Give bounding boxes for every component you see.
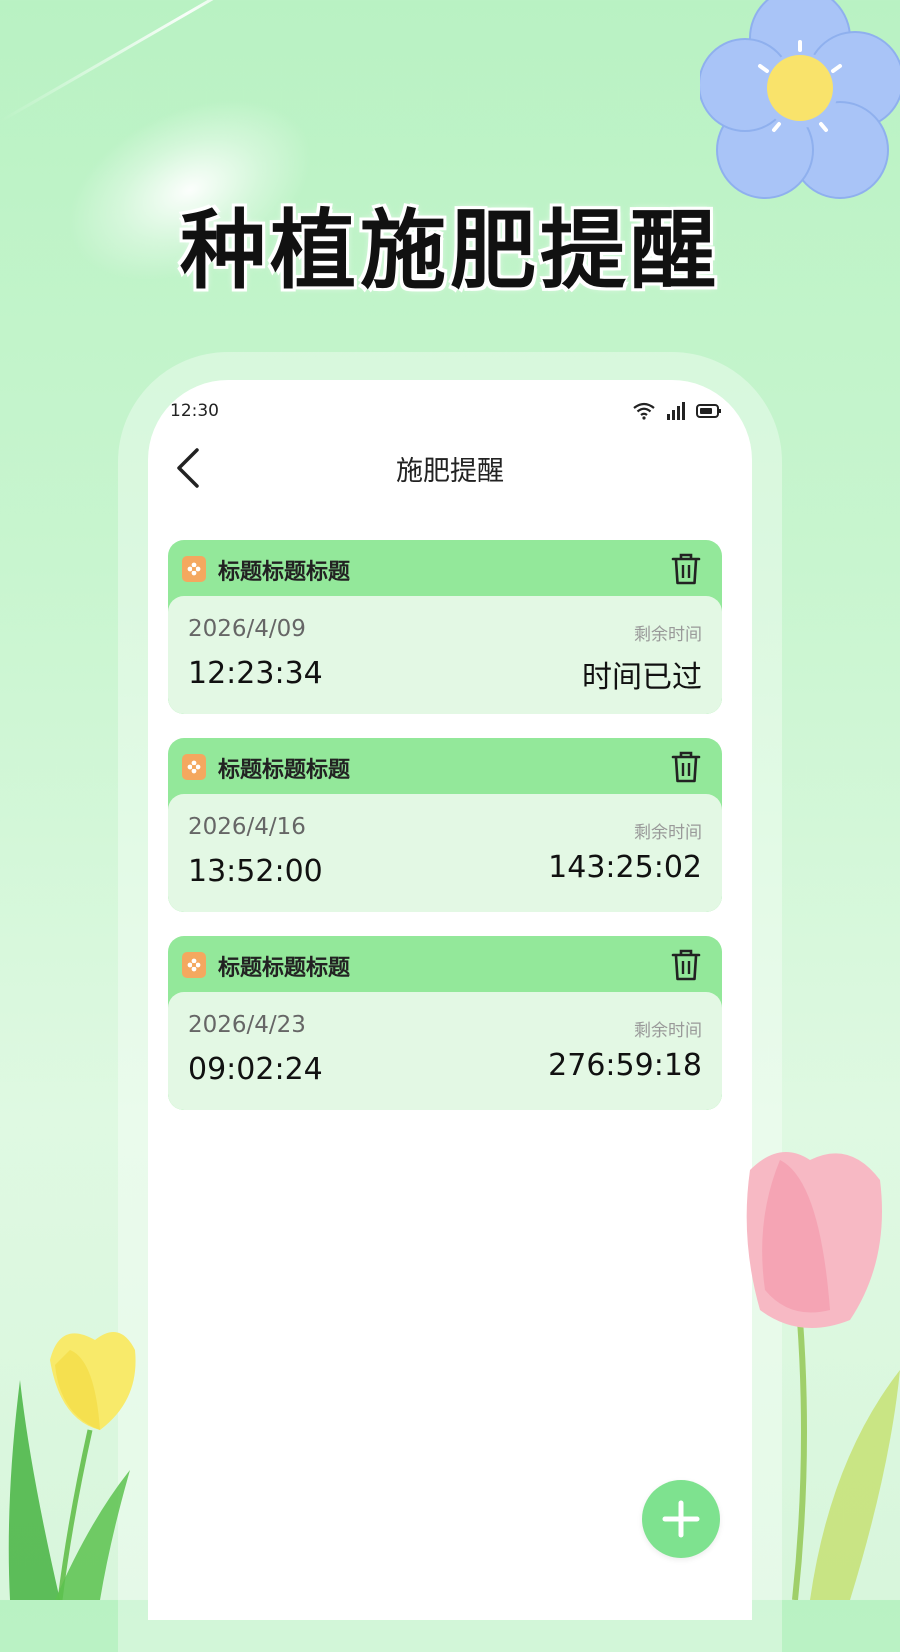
- reminder-card[interactable]: 标题标题标题 2026/4/09 12:23:34 剩余时间 时间已过: [168, 540, 722, 714]
- battery-icon: [696, 404, 721, 418]
- signal-icon: [667, 402, 685, 420]
- card-title: 标题标题标题: [218, 956, 351, 981]
- nav-bar: 施肥提醒: [148, 435, 752, 505]
- remaining-label: 剩余时间: [634, 1021, 702, 1041]
- page-title: 施肥提醒: [396, 456, 504, 487]
- card-header: 标题标题标题: [168, 738, 722, 794]
- delete-button[interactable]: [670, 552, 702, 586]
- remaining-value: 时间已过: [582, 660, 702, 695]
- remaining-label: 剩余时间: [634, 823, 702, 843]
- phone-screen: 12:30 施肥提醒 标题标题标题 2026/4/09 12:23:34 剩余时…: [148, 380, 752, 1620]
- delete-button[interactable]: [670, 948, 702, 982]
- card-body: 2026/4/09 12:23:34 剩余时间 时间已过: [168, 596, 722, 714]
- reminder-time: 09:02:24: [188, 1052, 323, 1087]
- plus-icon: [662, 1500, 700, 1538]
- flower-tag-icon: [182, 952, 206, 978]
- card-body: 2026/4/23 09:02:24 剩余时间 276:59:18: [168, 992, 722, 1110]
- status-bar: 12:30: [170, 398, 722, 424]
- reminder-time: 12:23:34: [188, 656, 323, 691]
- flower-tag-icon: [182, 556, 206, 582]
- remaining-label: 剩余时间: [634, 625, 702, 645]
- pink-tulip-decoration: [746, 1152, 900, 1600]
- flower-tag-icon: [182, 754, 206, 780]
- trash-icon: [671, 751, 701, 783]
- reminder-card[interactable]: 标题标题标题 2026/4/23 09:02:24 剩余时间 276:59:18: [168, 936, 722, 1110]
- reminder-time: 13:52:00: [188, 854, 323, 889]
- status-icons: [632, 402, 722, 420]
- remaining-value: 143:25:02: [548, 850, 702, 885]
- add-reminder-button[interactable]: [642, 1480, 720, 1558]
- trash-icon: [671, 553, 701, 585]
- card-title: 标题标题标题: [218, 758, 351, 783]
- trash-icon: [671, 949, 701, 981]
- reminder-date: 2026/4/23: [188, 1012, 306, 1038]
- wifi-icon: [633, 402, 655, 420]
- hero-title: 种植施肥提醒: [180, 201, 720, 301]
- reminder-date: 2026/4/09: [188, 616, 306, 642]
- delete-button[interactable]: [670, 750, 702, 784]
- status-time: 12:30: [170, 401, 219, 421]
- reminder-date: 2026/4/16: [188, 814, 306, 840]
- card-header: 标题标题标题: [168, 540, 722, 596]
- yellow-tulip-decoration: [8, 1332, 136, 1600]
- card-header: 标题标题标题: [168, 936, 722, 992]
- card-body: 2026/4/16 13:52:00 剩余时间 143:25:02: [168, 794, 722, 912]
- card-title: 标题标题标题: [218, 560, 351, 585]
- reminder-card[interactable]: 标题标题标题 2026/4/16 13:52:00 剩余时间 143:25:02: [168, 738, 722, 912]
- remaining-value: 276:59:18: [548, 1048, 702, 1083]
